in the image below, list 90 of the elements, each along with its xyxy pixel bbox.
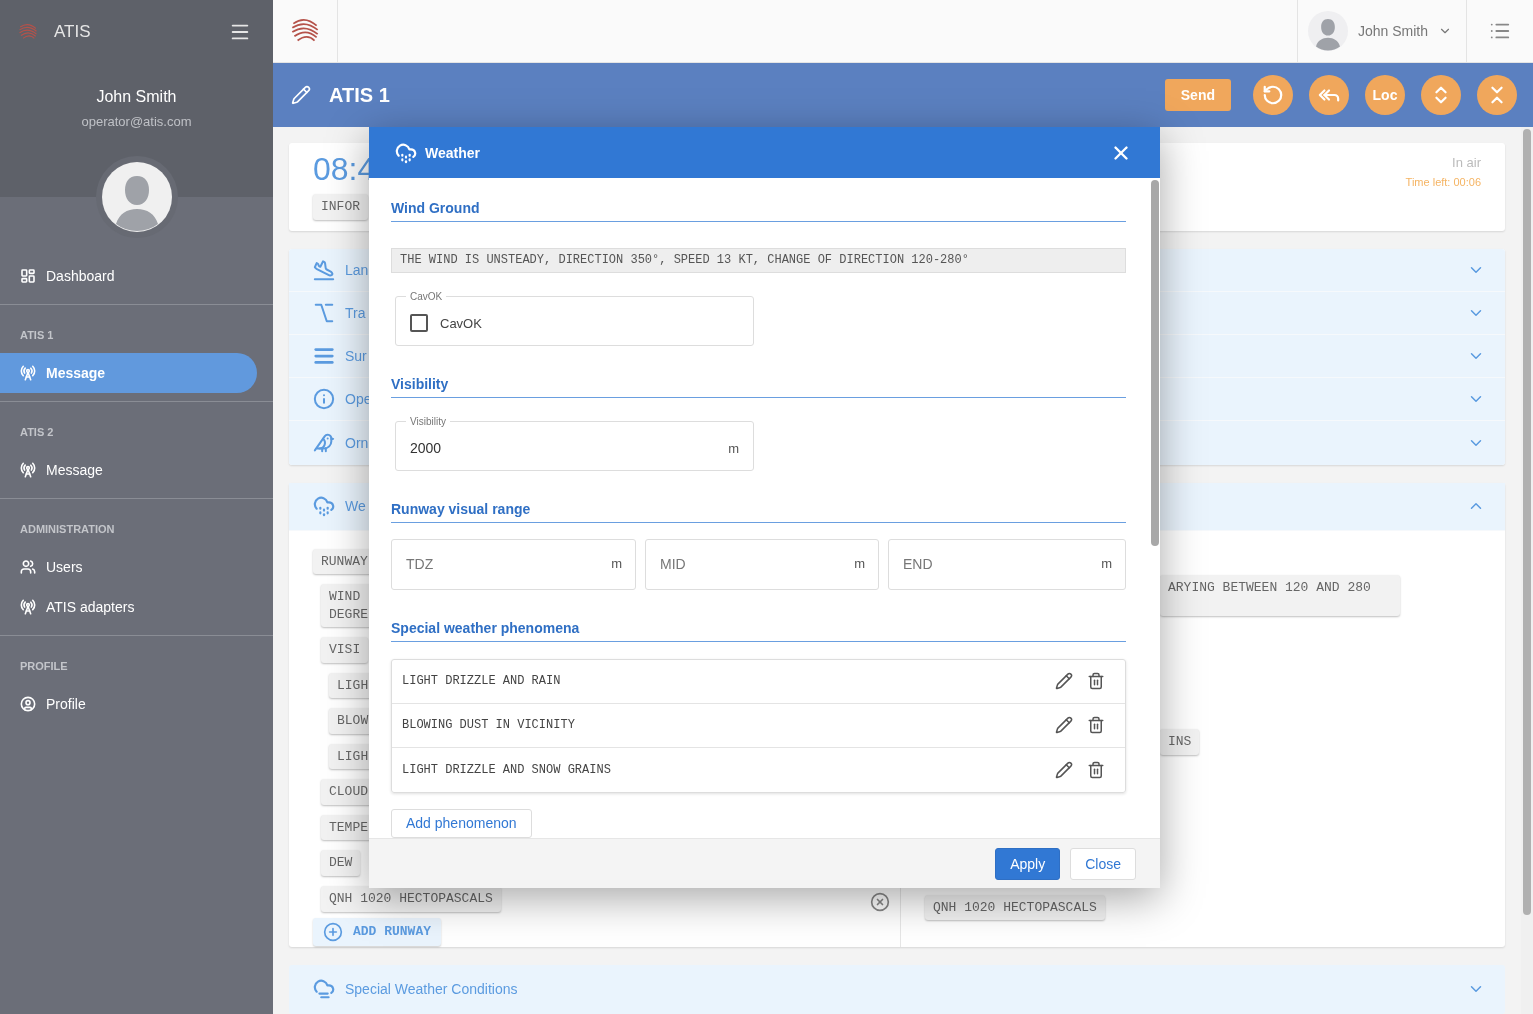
weather-chip: ARYING BETWEEN 120 AND 280 (1160, 574, 1400, 617)
edit-icon[interactable] (1055, 716, 1073, 735)
user-name: John Smith (95, 88, 178, 106)
bird-icon (313, 431, 335, 454)
trash-icon[interactable] (1087, 760, 1105, 779)
sidebar-item-label: Dashboard (46, 268, 115, 284)
accordion-label: Special Weather Conditions (345, 981, 518, 998)
reset-icon (1262, 84, 1284, 106)
users-icon (20, 559, 36, 575)
runway-chip: VISI (321, 637, 369, 663)
sidebar-item[interactable]: Users (0, 547, 257, 587)
user-menu[interactable]: John Smith (1296, 0, 1467, 63)
avatar-icon (101, 162, 172, 232)
unit-label: m (854, 555, 865, 571)
field-legend: CavOK (406, 290, 447, 302)
unit-label: m (1101, 555, 1112, 571)
section-heading: Runway visual range (391, 500, 1126, 523)
antenna-icon (20, 365, 36, 381)
info-chip: INFOR (313, 194, 368, 220)
accordion-header[interactable]: Special Weather Conditions (289, 964, 1505, 1014)
phenomenon-text: LIGHT DRIZZLE AND SNOW GRAINS (402, 762, 612, 777)
reply-all-button[interactable] (1309, 75, 1349, 115)
sidebar-item[interactable]: Dashboard (0, 256, 257, 296)
info-icon (313, 388, 335, 411)
accordion-label: We (345, 498, 366, 515)
visibility-field[interactable]: Visibility 2000 m (395, 415, 754, 471)
accordion-label: Tra (345, 304, 366, 321)
account-icon (20, 696, 36, 712)
field-legend: Visibility (406, 415, 450, 427)
remove-icon[interactable] (870, 891, 890, 912)
section-heading: Special weather phenomena (391, 619, 1126, 642)
flight-state: In air (1452, 155, 1481, 170)
plus-icon (323, 921, 343, 942)
unit-label: m (611, 555, 622, 571)
antenna-icon (20, 462, 36, 478)
section-title: ADMINISTRATION (19, 523, 116, 535)
weather-chip: INS (1160, 729, 1200, 755)
sidebar-item[interactable]: Message (0, 450, 257, 490)
section-title: ATIS 1 (19, 329, 55, 341)
add-phenomenon-button[interactable]: Add phenomenon (391, 808, 532, 838)
antenna-icon (20, 599, 36, 615)
sidebar-item-label: Message (46, 462, 103, 478)
wind-summary-field: THE WIND IS UNSTEADY, DIRECTION 350°, SPEED 13 KT, CHANGE OF DIRECTION 120-280° (391, 248, 1126, 273)
close-button[interactable]: Close (1070, 847, 1136, 880)
edit-icon[interactable] (1055, 760, 1073, 779)
add-runway-button[interactable]: ADD RUNWAY (313, 917, 441, 946)
sidebar-item[interactable]: ATIS adapters (0, 587, 257, 627)
sidebar-item-label: Users (46, 559, 83, 575)
cloud-icon (313, 495, 335, 518)
sidebar-item[interactable]: Message (0, 353, 257, 393)
avatar-icon (1307, 11, 1348, 51)
brand-name: ATIS (54, 21, 92, 42)
reset-button[interactable] (1253, 75, 1293, 115)
phenomenon-text: BLOWING DUST IN VICINITY (402, 718, 576, 733)
dashboard-icon (20, 268, 36, 284)
runway-chip: QNH 1020 HECTOPASCALS (321, 886, 501, 912)
section-heading: Visibility (391, 375, 1126, 398)
sidebar-item-label: Message (46, 365, 106, 381)
branch-icon (313, 301, 335, 324)
expand-button[interactable] (1421, 75, 1461, 115)
dialog-title: Weather (425, 144, 481, 161)
page-title: ATIS 1 (329, 83, 391, 107)
user-email: operator@atis.com (80, 114, 193, 129)
plane-landing-icon (313, 258, 335, 281)
accordion-label: Orn (345, 434, 369, 451)
field-value: 2000 (410, 440, 443, 457)
checkbox-label: CavOK (440, 315, 482, 331)
collapse-button[interactable] (1477, 75, 1517, 115)
cloud-icon (313, 978, 335, 1001)
accordion-label: Lan (345, 261, 369, 278)
phenomenon-text: LIGHT DRIZZLE AND RAIN (402, 674, 562, 689)
sidebar-item-label: Profile (46, 696, 86, 712)
sidebar-item-label: ATIS adapters (46, 599, 135, 615)
checkbox[interactable] (410, 314, 428, 333)
user-name: John Smith (1357, 23, 1428, 39)
cloud-icon (395, 141, 417, 164)
section-title: ATIS 2 (19, 426, 55, 438)
trash-icon[interactable] (1087, 672, 1105, 691)
runway-chip: DEW (321, 850, 361, 876)
section-heading: Wind Ground (391, 200, 1126, 222)
accordion-label: Sur (345, 348, 367, 365)
edit-icon[interactable] (1055, 672, 1073, 691)
unit-label: m (728, 440, 739, 456)
time-left: Time left: 00:06 (1405, 176, 1481, 188)
sidebar-item[interactable]: Profile (0, 684, 257, 724)
trash-icon[interactable] (1087, 716, 1105, 735)
section-title: PROFILE (19, 660, 69, 672)
weather-chip: QNH 1020 HECTOPASCALS (925, 894, 1105, 921)
apply-button[interactable]: Apply (995, 847, 1061, 880)
pencil-icon (291, 85, 311, 105)
